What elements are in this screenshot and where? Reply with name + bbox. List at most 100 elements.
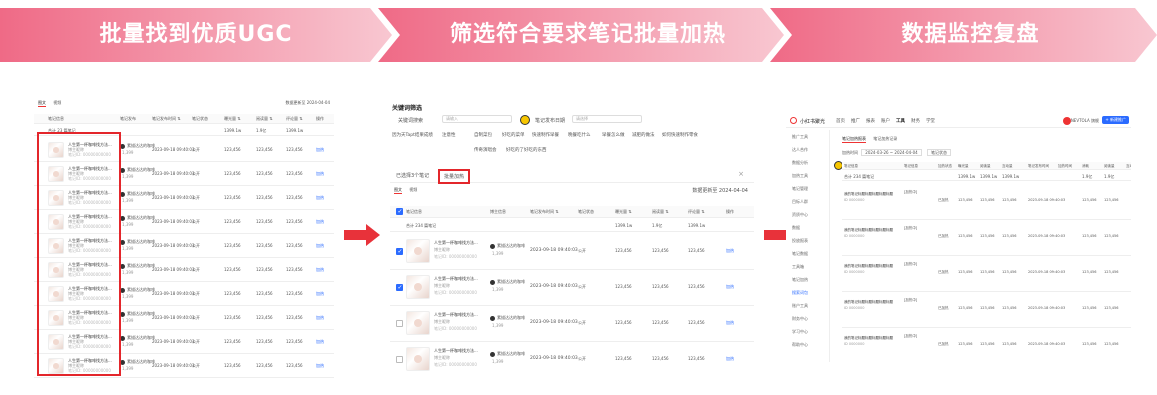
heat-link[interactable]: 加热: [316, 315, 324, 321]
column-header: 互动量: [1002, 164, 1013, 168]
heat-link[interactable]: 加热: [316, 267, 324, 273]
impressions: 123,456: [224, 339, 241, 344]
row-checkbox[interactable]: [396, 248, 403, 255]
filter-tag[interactable]: 好吃的菜单: [502, 132, 525, 138]
impressions: 123,456: [224, 267, 241, 272]
column-header: 笔记发布时间 ⇅: [152, 116, 181, 121]
heat-link[interactable]: 加热: [726, 284, 734, 290]
row-checkbox[interactable]: [396, 356, 403, 363]
sidebar-item[interactable]: 笔记数据: [792, 251, 808, 257]
blogger-name: 素描达达的咖啡: [127, 335, 155, 340]
nav-item[interactable]: 报表: [866, 119, 875, 124]
publish-time: 2023-09-18 09:40:03: [152, 267, 195, 272]
sidebar-item[interactable]: 加热工具: [792, 173, 808, 179]
heat-link[interactable]: 加热: [316, 291, 324, 297]
sidebar-item[interactable]: 账户工具: [792, 303, 808, 309]
heat-link[interactable]: 加热: [726, 320, 734, 326]
status-select[interactable]: 笔记状态: [926, 149, 951, 156]
process-banner: 批量找到优质UGC 筛选符合要求笔记批量加热 数据监控复盘: [0, 8, 1157, 62]
reads: 123,456: [1104, 270, 1119, 274]
arrow-right-icon: [344, 224, 380, 246]
nav-item[interactable]: 推广: [851, 119, 860, 124]
filter-tag[interactable]: 如何快速制作零食: [662, 132, 698, 138]
note-title[interactable]: 我的笔记标题标题标题标题标题: [844, 228, 893, 233]
filter-tag[interactable]: 传奇演唱会: [474, 147, 497, 153]
heat-link[interactable]: 加热: [726, 248, 734, 254]
nav-item[interactable]: 工具: [896, 119, 905, 124]
bulk-heat-button[interactable]: 批量加热: [438, 169, 471, 184]
publish-time: 2023-09-18 09:40:03: [152, 315, 195, 320]
comments: 123,456: [286, 147, 303, 152]
filter-tag[interactable]: 减肥的做法: [632, 132, 655, 138]
sidebar-item[interactable]: 数据: [792, 225, 800, 231]
comments: 123,456: [688, 248, 705, 253]
sidebar-item[interactable]: 搜索词包: [792, 290, 808, 296]
filter-tag[interactable]: 快速制作早餐: [532, 132, 559, 138]
tab-image-text[interactable]: 图文: [394, 187, 402, 194]
reads: 123,456: [1104, 234, 1119, 238]
sidebar-item[interactable]: 资质中心: [792, 212, 808, 218]
date-range-picker[interactable]: 2024-03-26 ~ 2024-04-04: [861, 149, 922, 156]
spend: 123,456: [1082, 234, 1097, 238]
sidebar-item[interactable]: 笔记加热: [792, 277, 808, 283]
note-title[interactable]: 我的笔记标题标题标题标题标题: [844, 192, 893, 197]
sidebar-item[interactable]: 帮助中心: [792, 342, 808, 348]
heat-link[interactable]: 加热: [316, 147, 324, 153]
keyword-input[interactable]: 请输入: [442, 115, 512, 123]
date-picker[interactable]: 请选择: [572, 115, 642, 123]
sidebar-item[interactable]: 投放报表: [792, 238, 808, 244]
step3-title: 数据监控复盘: [901, 22, 1040, 47]
filter-tag[interactable]: 注意性: [442, 132, 456, 138]
close-icon[interactable]: ×: [738, 170, 744, 178]
sidebar-item[interactable]: 数据分析: [792, 160, 808, 166]
table-row: 我的笔记标题标题标题标题标题 ID 0000000 [加热中] 已加热 123,456 1…: [842, 256, 1131, 292]
note-title[interactable]: 人生第一杯咖啡找方法...: [434, 276, 478, 282]
nav-item[interactable]: 账户: [881, 119, 890, 124]
note-title[interactable]: 我的笔记标题标题标题标题标题: [844, 300, 893, 305]
filter-tag[interactable]: 自制菜包: [474, 132, 492, 138]
sidebar-item[interactable]: 推广工具: [792, 134, 808, 140]
nav-item[interactable]: 财务: [911, 119, 920, 124]
tab-heat-report[interactable]: 笔记加热报表: [842, 136, 866, 143]
note-title[interactable]: 人生第一杯咖啡找方法...: [434, 348, 478, 354]
row-checkbox[interactable]: [396, 284, 403, 291]
heat-link[interactable]: 加热: [316, 243, 324, 249]
user-name[interactable]: NEVTOLA 旗舰: [1071, 118, 1099, 124]
sidebar-item[interactable]: 财务中心: [792, 316, 808, 322]
row-checkbox[interactable]: [396, 320, 403, 327]
tab-video[interactable]: 视频: [53, 100, 61, 106]
note-title[interactable]: 人生第一杯咖啡找方法...: [434, 240, 478, 246]
sidebar-item[interactable]: 目标人群: [792, 199, 808, 205]
reads: 123,456: [652, 320, 669, 325]
heat-link[interactable]: 加热: [316, 195, 324, 201]
publish-time: 2023-09-18 09:40:03: [1028, 234, 1066, 238]
select-all-checkbox[interactable]: [396, 208, 403, 215]
filter-tag[interactable]: 因为天Tapt结果成绩: [392, 132, 433, 138]
note-status: 公开: [192, 315, 200, 320]
sidebar-item[interactable]: 笔记管理: [792, 186, 808, 192]
filter-tag[interactable]: 好吃的了好吃的东西: [506, 147, 547, 153]
note-title[interactable]: 人生第一杯咖啡找方法...: [434, 312, 478, 318]
filter-tag[interactable]: 早餐怎么做: [602, 132, 625, 138]
nav-item[interactable]: 首页: [836, 119, 845, 124]
nav-item[interactable]: 学堂: [926, 119, 935, 124]
new-promo-button[interactable]: + 新建推广: [1102, 116, 1129, 124]
tab-image-text[interactable]: 图文: [38, 100, 46, 107]
sidebar-item[interactable]: 学习中心: [792, 329, 808, 335]
note-title[interactable]: 我的笔记标题标题标题标题标题: [844, 264, 893, 269]
note-title[interactable]: 我的笔记标题标题标题标题标题: [844, 336, 893, 341]
tab-heat-record[interactable]: 笔记加热记录: [873, 136, 897, 142]
table-row: 人生第一杯咖啡找方法...博主昵称笔记ID: 00000000000 素描达达的咖…: [390, 270, 754, 306]
sidebar-item[interactable]: 达人合作: [792, 147, 808, 153]
notification-icon[interactable]: [1063, 117, 1071, 125]
heat-link[interactable]: 加热: [316, 171, 324, 177]
filter-tag[interactable]: 晚餐吃什么: [568, 132, 591, 138]
heat-link[interactable]: 加热: [316, 363, 324, 369]
tag-row: 因为天Tapt结果成绩 注意性 自制菜包 好吃的菜单 快速制作早餐 晚餐吃什么 早餐怎么做 减…: [392, 132, 752, 140]
tab-video[interactable]: 视频: [409, 187, 417, 193]
note-id: ID 0000000: [844, 198, 865, 202]
sidebar-item[interactable]: 工具箱: [792, 264, 804, 270]
heat-link[interactable]: 加热: [316, 219, 324, 225]
heat-link[interactable]: 加热: [726, 356, 734, 362]
heat-link[interactable]: 加热: [316, 339, 324, 345]
